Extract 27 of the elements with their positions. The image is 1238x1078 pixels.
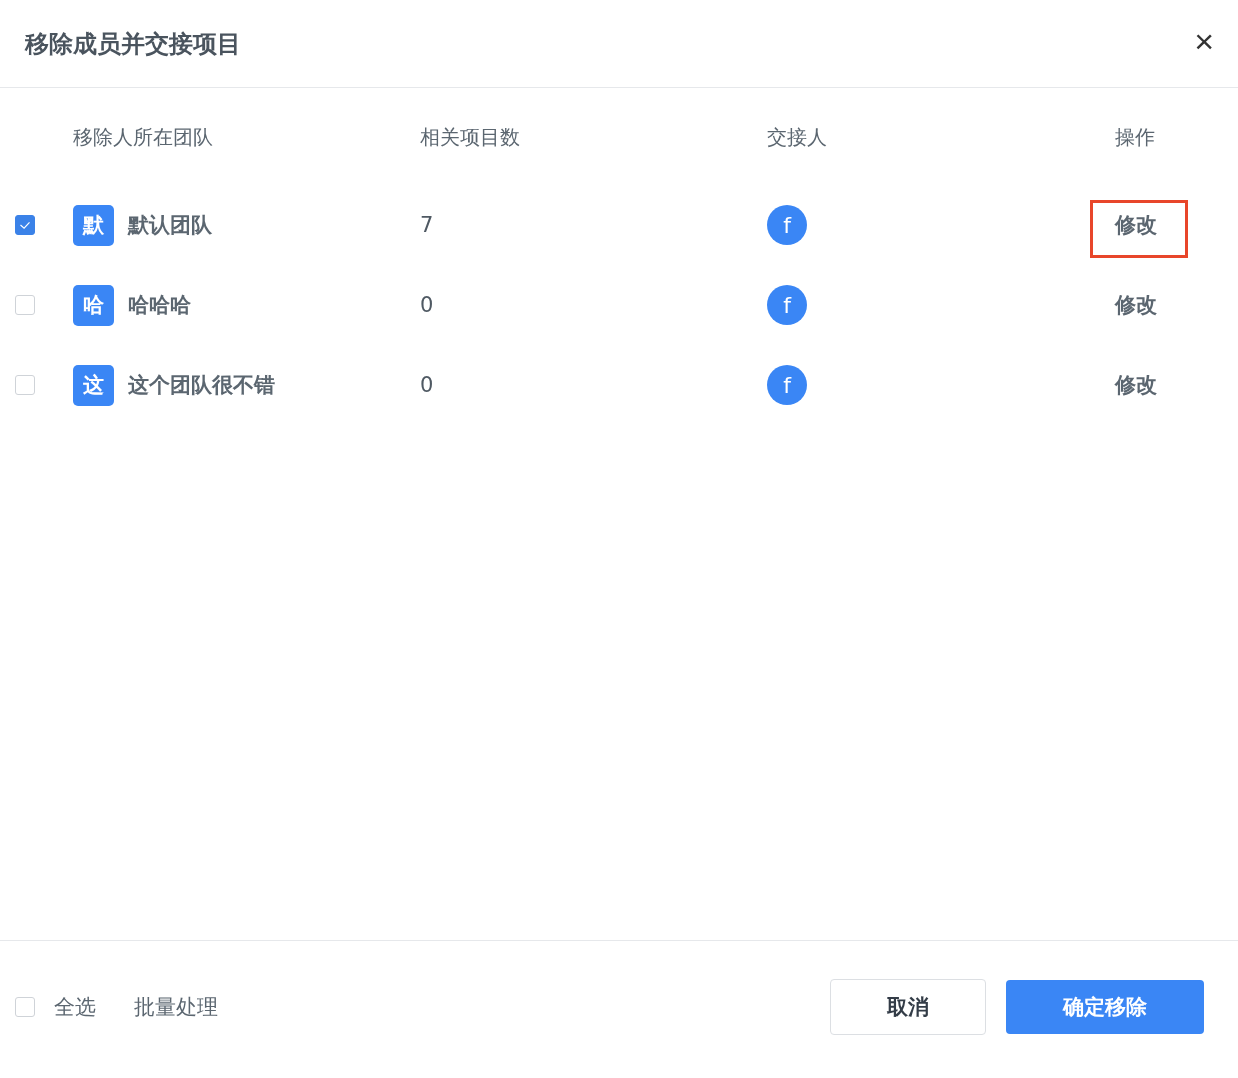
team-avatar: 哈 — [73, 284, 114, 326]
team-name: 默认团队 — [128, 212, 212, 239]
column-header: 操作 — [1115, 123, 1156, 151]
confirm-button[interactable]: 确定移除 — [1006, 979, 1204, 1034]
column-header: 交接人 — [767, 123, 828, 151]
select-all-checkbox[interactable] — [15, 996, 35, 1017]
user-avatar[interactable]: f — [767, 365, 807, 405]
project-count: 0 — [420, 373, 434, 397]
select-all-label[interactable]: 全选 — [54, 992, 96, 1021]
dialog-title: 移除成员并交接项目 — [25, 28, 242, 60]
column-header: 相关项目数 — [420, 123, 521, 151]
edit-link[interactable]: 修改 — [1115, 213, 1157, 237]
user-avatar[interactable]: f — [767, 205, 807, 245]
cancel-button[interactable]: 取消 — [830, 978, 986, 1035]
batch-process-link[interactable]: 批量处理 — [134, 992, 218, 1021]
team-avatar: 默 — [73, 204, 114, 246]
user-avatar[interactable]: f — [767, 285, 807, 325]
project-count: 7 — [420, 213, 434, 237]
team-name: 哈哈哈 — [128, 292, 191, 319]
edit-link[interactable]: 修改 — [1115, 373, 1157, 397]
team-avatar: 这 — [73, 364, 114, 406]
column-header: 移除人所在团队 — [73, 123, 214, 151]
close-button[interactable]: × — [1194, 23, 1214, 58]
row-checkbox[interactable] — [15, 215, 35, 235]
project-count: 0 — [420, 293, 434, 317]
team-name: 这个团队很不错 — [128, 372, 275, 399]
edit-link[interactable]: 修改 — [1115, 293, 1157, 317]
